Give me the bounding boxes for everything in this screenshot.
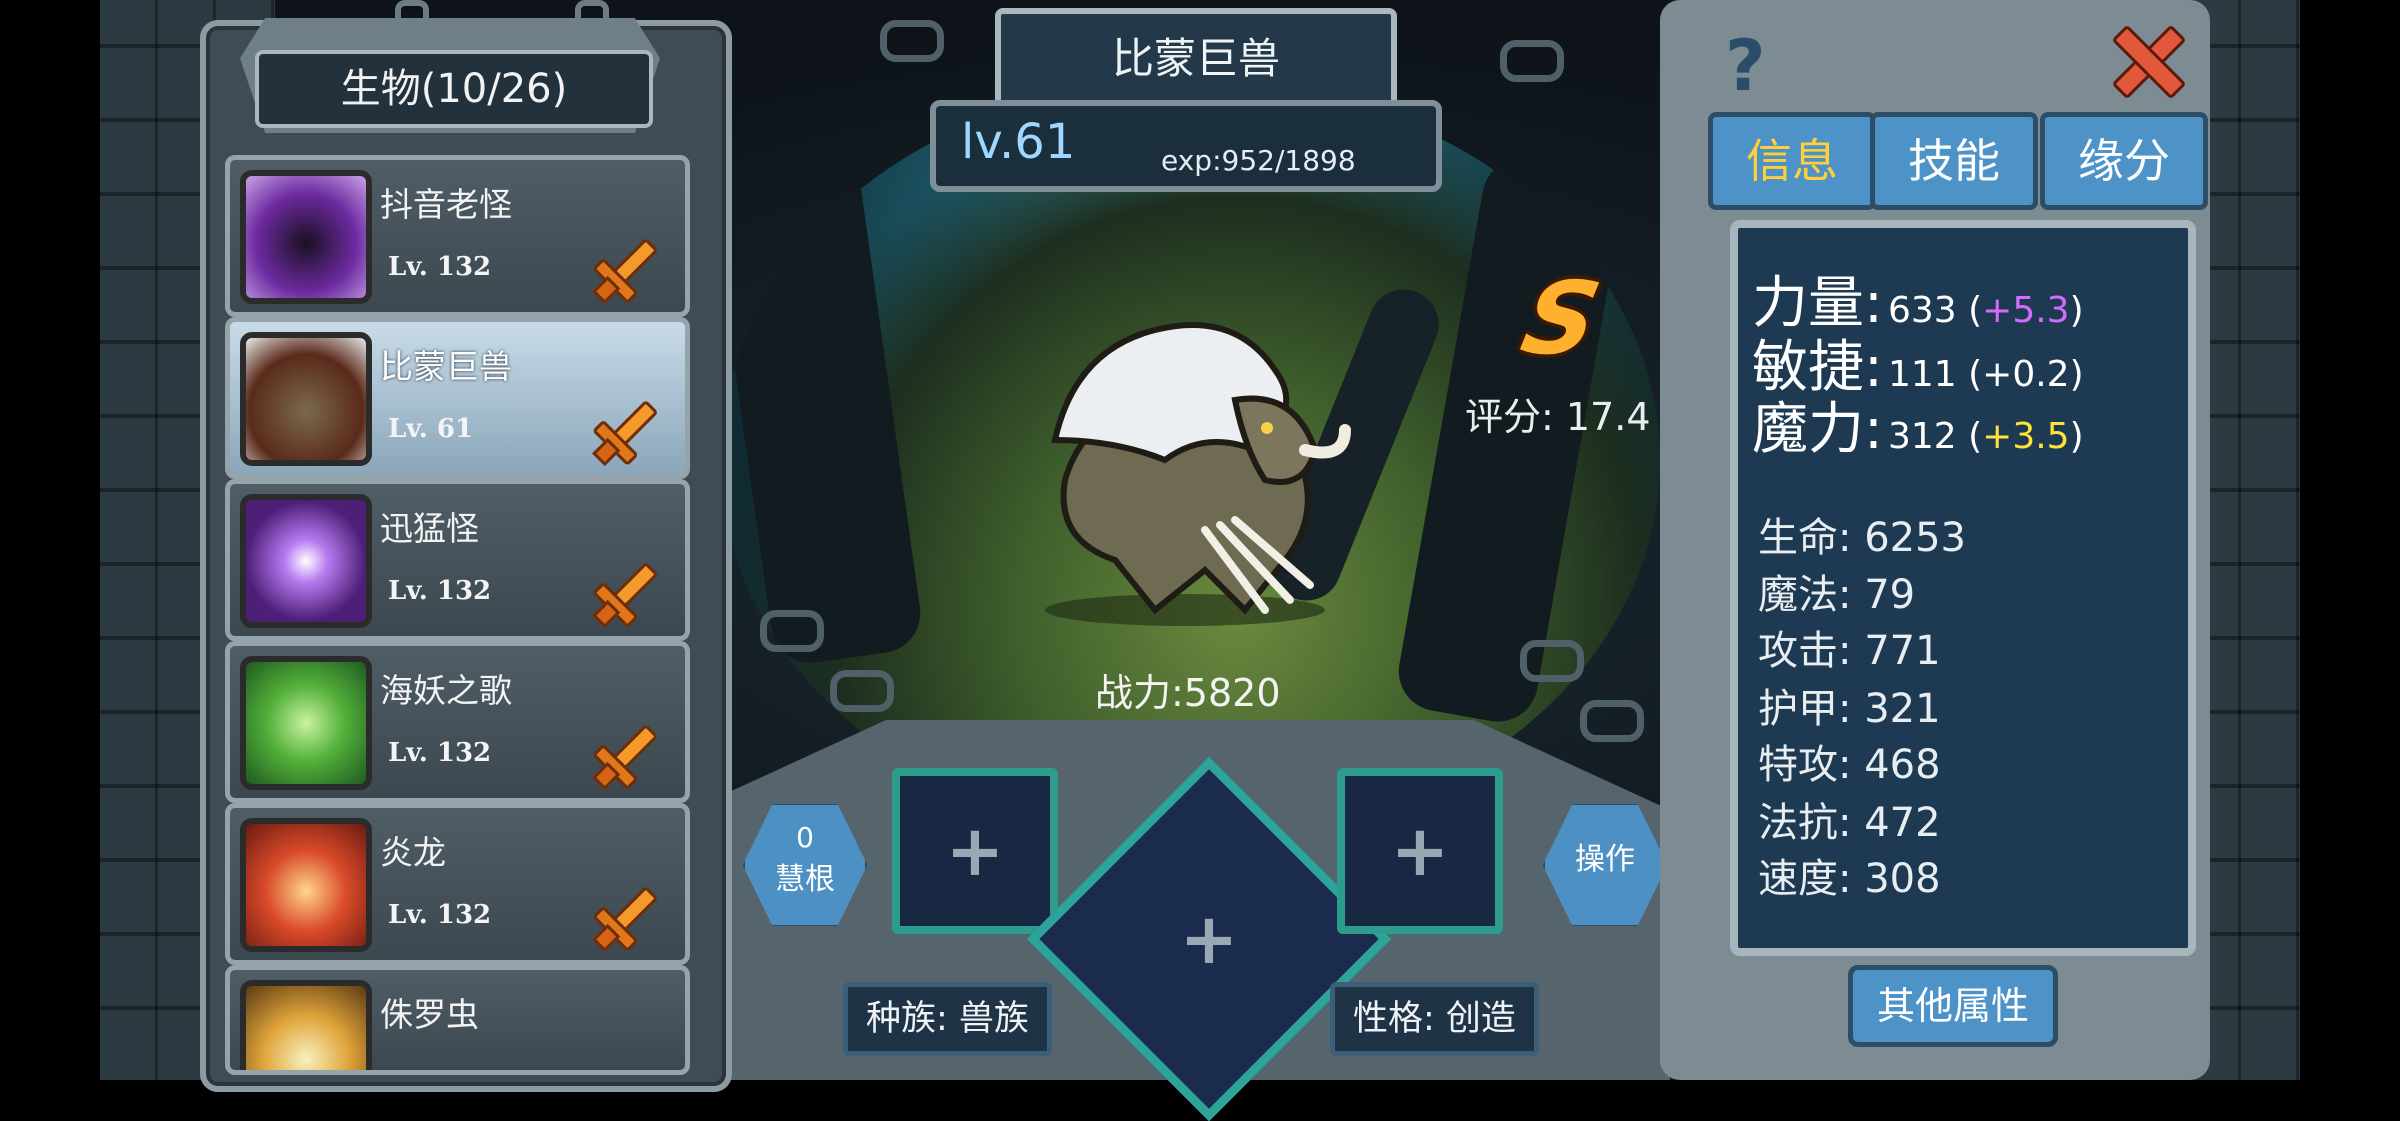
creature-list-item[interactable]: 抖音老怪 Lv. 132: [225, 155, 690, 317]
stat-label: 魔法:: [1758, 572, 1852, 618]
stat-speed: 速度: 308: [1758, 846, 1941, 904]
stat-label: 生命:: [1758, 515, 1852, 561]
stat-value: 472: [1864, 800, 1941, 846]
chain-link: [830, 670, 894, 712]
sword-icon: [589, 715, 663, 791]
creature-portrait: [240, 818, 372, 952]
wisdom-label: 慧根: [775, 862, 835, 897]
creature-exp: exp:952/1898: [1161, 144, 1356, 177]
sword-icon: [589, 877, 663, 953]
creature-name: 抖音老怪: [380, 185, 512, 224]
stat-bonus: +3.5: [1982, 416, 2070, 457]
combat-power: 战力:5820: [1095, 671, 1281, 715]
tab-info[interactable]: 信息: [1708, 112, 1876, 210]
chain-link: [880, 20, 944, 62]
stat-value: 468: [1864, 742, 1941, 788]
stat-value: 312 (: [1887, 416, 1983, 457]
stat-label: 护甲:: [1758, 686, 1852, 732]
stat-hp: 生命: 6253: [1758, 505, 1966, 563]
chain-link: [1520, 640, 1584, 682]
creature-portrait: [240, 656, 372, 790]
creature-portrait: [240, 980, 372, 1070]
creature-level: Lv. 132: [388, 738, 492, 768]
stat-bracket: ): [2069, 416, 2084, 457]
chain-link: [1580, 700, 1644, 742]
stat-label: 法抗:: [1758, 800, 1852, 846]
help-icon[interactable]: ?: [1725, 25, 1766, 107]
creature-name-plate: 比蒙巨兽: [995, 8, 1397, 110]
creature-name: 比蒙巨兽: [380, 347, 512, 386]
creature-list-item[interactable]: 迅猛怪 Lv. 132: [225, 479, 690, 641]
creature-name: 迅猛怪: [380, 509, 479, 548]
stat-label: 速度:: [1758, 856, 1852, 902]
level-exp-bar: lv.61 exp:952/1898: [930, 100, 1442, 192]
plus-icon: +: [1390, 810, 1450, 892]
stat-value: 308: [1864, 856, 1941, 902]
chain-link: [1500, 40, 1564, 82]
stat-label: 攻击:: [1758, 628, 1852, 674]
creature-name: 侏罗虫: [380, 995, 479, 1034]
creature-level: Lv. 132: [388, 252, 492, 282]
behemoth-creature-image: [1045, 322, 1351, 626]
personality-label: 性格: 创造: [1330, 982, 1539, 1056]
creature-level: lv.61: [961, 114, 1076, 170]
plus-icon: +: [945, 810, 1005, 892]
stat-value: 79: [1864, 572, 1916, 618]
chain-link: [760, 610, 824, 652]
creature-name: 海妖之歌: [380, 671, 512, 710]
tab-bond[interactable]: 缘分: [2040, 112, 2208, 210]
race-label: 种族: 兽族: [843, 982, 1052, 1056]
stat-label: 魔力:: [1752, 397, 1883, 462]
stat-value: 321: [1864, 686, 1941, 732]
wisdom-count: 0: [796, 821, 814, 854]
creature-portrait: [240, 170, 372, 304]
close-icon[interactable]: [2110, 24, 2180, 94]
equip-slot-right[interactable]: +: [1337, 768, 1503, 934]
sword-icon: [589, 391, 663, 467]
sword-icon: [589, 553, 663, 629]
creature-portrait: [240, 494, 372, 628]
stat-special-attack: 特攻: 468: [1758, 732, 1941, 790]
stat-magic: 魔力: 312 (+3.5): [1752, 384, 2084, 465]
equip-slot-left[interactable]: +: [892, 768, 1058, 934]
creature-level: Lv. 61: [388, 414, 474, 444]
creature-portrait: [240, 332, 372, 466]
creature-level: Lv. 132: [388, 576, 492, 606]
creature-list-title: 生物(10/26): [255, 50, 653, 128]
stat-magic-resist: 法抗: 472: [1758, 790, 1941, 848]
creature-list-item[interactable]: 海妖之歌 Lv. 132: [225, 641, 690, 803]
creature-list-item[interactable]: 侏罗虫: [225, 965, 690, 1075]
creature-list-item[interactable]: 比蒙巨兽 Lv. 61: [225, 317, 690, 479]
other-attributes-button[interactable]: 其他属性: [1848, 965, 2058, 1047]
tab-skills[interactable]: 技能: [1870, 112, 2038, 210]
sword-icon: [589, 229, 663, 305]
stat-mp: 魔法: 79: [1758, 562, 1915, 620]
creature-list-item[interactable]: 炎龙 Lv. 132: [225, 803, 690, 965]
stat-value: 6253: [1864, 515, 1966, 561]
stat-value: 771: [1864, 628, 1941, 674]
stat-armor: 护甲: 321: [1758, 676, 1941, 734]
stat-label: 特攻:: [1758, 742, 1852, 788]
plus-icon: +: [1179, 898, 1239, 980]
creature-level: Lv. 132: [388, 900, 492, 930]
stat-attack: 攻击: 771: [1758, 618, 1941, 676]
score-text: 评分: 17.4: [1465, 395, 1651, 439]
creature-name: 炎龙: [380, 833, 446, 872]
